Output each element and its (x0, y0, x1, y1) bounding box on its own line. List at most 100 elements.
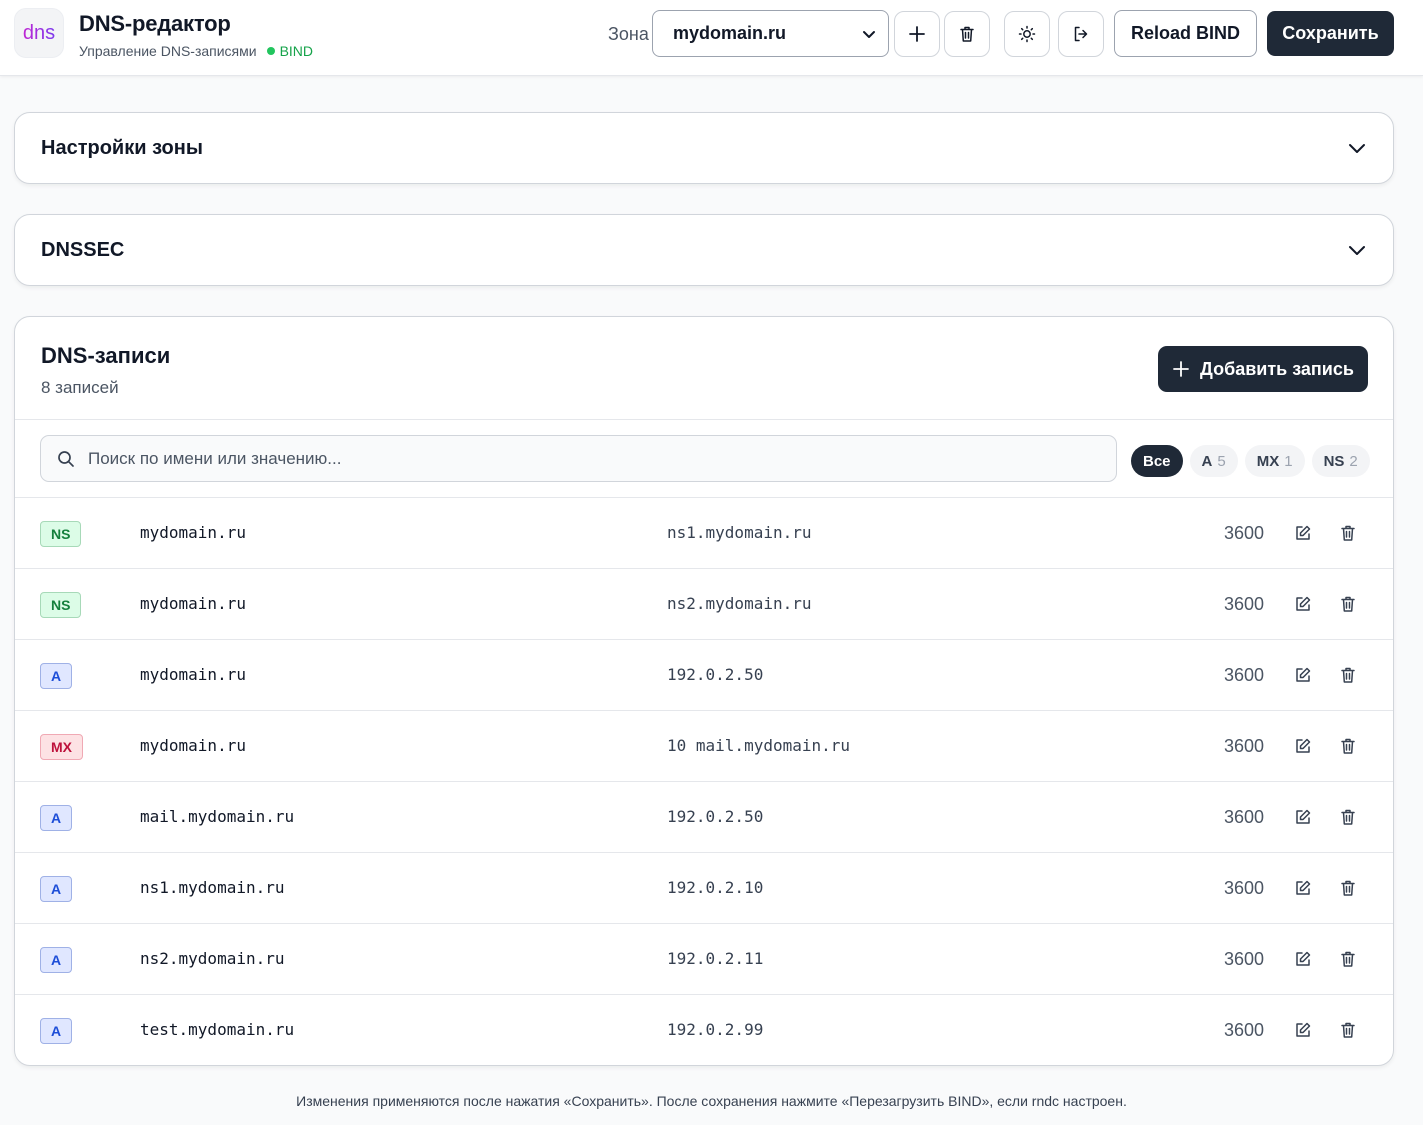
record-name: ns2.mydomain.ru (140, 949, 285, 968)
delete-record-button[interactable] (1336, 876, 1360, 900)
trash-icon (1339, 1021, 1357, 1039)
record-name: test.mydomain.ru (140, 1020, 295, 1039)
record-value: 192.0.2.99 (667, 1020, 764, 1039)
filter-chip-ns[interactable]: NS 2 (1311, 445, 1370, 477)
record-ttl: 3600 (1223, 878, 1264, 898)
status-dot-icon (266, 47, 275, 55)
record-value: 192.0.2.50 (667, 807, 764, 826)
edit-record-button[interactable] (1291, 734, 1315, 758)
save-button[interactable]: Сохранить (1267, 11, 1394, 56)
edit-icon (1294, 1021, 1312, 1039)
zone-settings-title: Настройки зоны (41, 136, 203, 159)
trash-icon (1339, 879, 1357, 897)
dns-logo-icon: dns (23, 22, 55, 44)
record-row: NS mydomain.ru ns2.mydomain.ru 3600 (15, 569, 1393, 640)
record-ttl: 3600 (1223, 736, 1264, 756)
record-row: NS mydomain.ru ns1.mydomain.ru 3600 (15, 498, 1393, 569)
filter-chip-mx[interactable]: MX 1 (1244, 445, 1305, 477)
svg-text:dns: dns (23, 22, 55, 44)
edit-record-button[interactable] (1291, 1018, 1315, 1042)
add-record-label: Добавить запись (1200, 358, 1354, 379)
record-name: mydomain.ru (140, 736, 246, 755)
theme-toggle-button[interactable] (1004, 11, 1050, 57)
delete-record-button[interactable] (1336, 663, 1360, 687)
record-ttl: 3600 (1223, 523, 1264, 543)
filter-chip-label: Все (1143, 452, 1171, 470)
zone-select-value: mydomain.ru (673, 23, 787, 43)
plus-icon (909, 26, 925, 42)
reload-bind-button[interactable]: Reload BIND (1114, 10, 1257, 57)
status-badge: BIND (266, 43, 313, 59)
record-type-badge: A (40, 876, 73, 902)
record-type-badge: A (40, 663, 73, 689)
delete-record-button[interactable] (1336, 592, 1360, 616)
edit-record-button[interactable] (1291, 876, 1315, 900)
trash-icon (1339, 950, 1357, 968)
logout-button[interactable] (1058, 11, 1104, 57)
record-ttl: 3600 (1223, 665, 1264, 685)
delete-record-button[interactable] (1336, 947, 1360, 971)
plus-icon (1173, 361, 1189, 377)
filter-chip-label: MX (1256, 452, 1280, 470)
record-value: 192.0.2.11 (667, 949, 764, 968)
app-title: DNS-редактор (79, 11, 231, 36)
add-zone-button[interactable] (894, 11, 940, 57)
edit-record-button[interactable] (1291, 805, 1315, 829)
record-type-badge: A (40, 1018, 73, 1044)
record-row: Ans1.mydomain.ru 192.0.2.10 3600 (15, 853, 1393, 924)
record-ttl: 3600 (1223, 1020, 1264, 1040)
edit-record-button[interactable] (1291, 663, 1315, 687)
zone-select[interactable]: mydomain.ru (652, 10, 889, 57)
record-type-badge: NS (40, 592, 82, 618)
trash-icon (1339, 666, 1357, 684)
records-header: DNS-записи 8 записей Добавить запись (15, 317, 1393, 420)
record-name: mydomain.ru (140, 523, 246, 542)
trash-icon (960, 26, 974, 42)
app-logo: dns (14, 8, 64, 58)
sun-icon (1018, 25, 1036, 43)
record-value: 192.0.2.10 (667, 878, 764, 897)
edit-icon (1294, 950, 1312, 968)
record-name: ns1.mydomain.ru (140, 878, 285, 897)
search-box[interactable] (40, 435, 1117, 482)
records-title: DNS-записи (41, 343, 171, 368)
top-bar: dns DNS-редактор Управление DNS-записями… (0, 0, 1423, 76)
filter-chip-a[interactable]: A5 (1189, 445, 1238, 477)
record-row: Atest.mydomain.ru 192.0.2.99 3600 (15, 995, 1393, 1065)
record-name: mail.mydomain.ru (140, 807, 295, 826)
record-value: ns1.mydomain.ru (667, 523, 812, 542)
trash-icon (1339, 524, 1357, 542)
chevron-down-icon (1349, 246, 1365, 255)
delete-record-button[interactable] (1336, 521, 1360, 545)
record-name: mydomain.ru (140, 665, 246, 684)
search-input[interactable] (88, 448, 1116, 469)
edit-icon (1294, 879, 1312, 897)
records-list: NS mydomain.ru ns1.mydomain.ru 3600 NS mydoma… (15, 498, 1393, 1065)
filter-chip-все[interactable]: Все (1131, 445, 1183, 477)
logout-icon (1074, 26, 1088, 42)
dnssec-panel[interactable]: DNSSEC (14, 214, 1394, 286)
edit-record-button[interactable] (1291, 947, 1315, 971)
trash-icon (1339, 808, 1357, 826)
edit-record-button[interactable] (1291, 521, 1315, 545)
record-ttl: 3600 (1223, 594, 1264, 614)
record-ttl: 3600 (1223, 949, 1264, 969)
records-count: 8 записей (41, 378, 119, 397)
record-name: mydomain.ru (140, 594, 246, 613)
add-record-button[interactable]: Добавить запись (1158, 346, 1368, 392)
record-row: Ans2.mydomain.ru 192.0.2.11 3600 (15, 924, 1393, 995)
edit-icon (1294, 595, 1312, 613)
filter-chip-label: A (1201, 452, 1213, 470)
search-icon (58, 450, 74, 467)
delete-zone-button[interactable] (944, 11, 990, 57)
edit-icon (1294, 524, 1312, 542)
edit-record-button[interactable] (1291, 592, 1315, 616)
zone-settings-panel[interactable]: Настройки зоны (14, 112, 1394, 184)
delete-record-button[interactable] (1336, 734, 1360, 758)
record-value: 10 mail.mydomain.ru (667, 736, 851, 755)
edit-icon (1294, 666, 1312, 684)
chevron-down-icon (1349, 144, 1365, 153)
delete-record-button[interactable] (1336, 805, 1360, 829)
delete-record-button[interactable] (1336, 1018, 1360, 1042)
record-type-badge: A (40, 947, 73, 973)
